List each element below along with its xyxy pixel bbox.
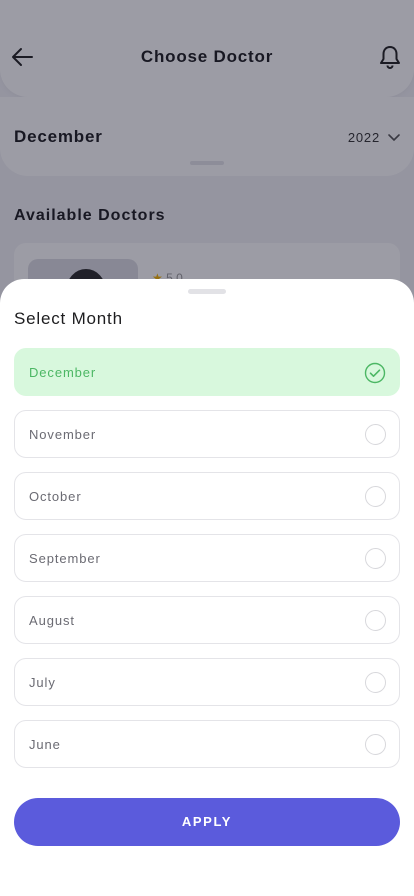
month-option-label: December <box>29 365 97 380</box>
month-option-july[interactable]: July <box>14 658 400 706</box>
month-option-label: September <box>29 551 101 566</box>
month-option-label: November <box>29 427 97 442</box>
select-month-sheet: Select Month December November October S… <box>0 279 414 896</box>
radio-icon[interactable] <box>365 486 386 507</box>
check-circle-icon <box>364 362 386 384</box>
month-option-june[interactable]: June <box>14 720 400 768</box>
radio-icon[interactable] <box>365 672 386 693</box>
apply-button[interactable]: APPLY <box>14 798 400 846</box>
month-option-label: August <box>29 613 75 628</box>
month-option-label: October <box>29 489 82 504</box>
radio-icon[interactable] <box>365 548 386 569</box>
month-option-october[interactable]: October <box>14 472 400 520</box>
month-option-september[interactable]: September <box>14 534 400 582</box>
month-option-label: June <box>29 737 61 752</box>
radio-icon[interactable] <box>365 734 386 755</box>
month-option-november[interactable]: November <box>14 410 400 458</box>
sheet-title: Select Month <box>14 309 123 328</box>
sheet-drag-handle[interactable] <box>188 289 226 294</box>
radio-icon[interactable] <box>365 424 386 445</box>
month-option-label: July <box>29 675 56 690</box>
month-option-august[interactable]: August <box>14 596 400 644</box>
radio-icon[interactable] <box>365 610 386 631</box>
month-option-december[interactable]: December <box>14 348 400 396</box>
